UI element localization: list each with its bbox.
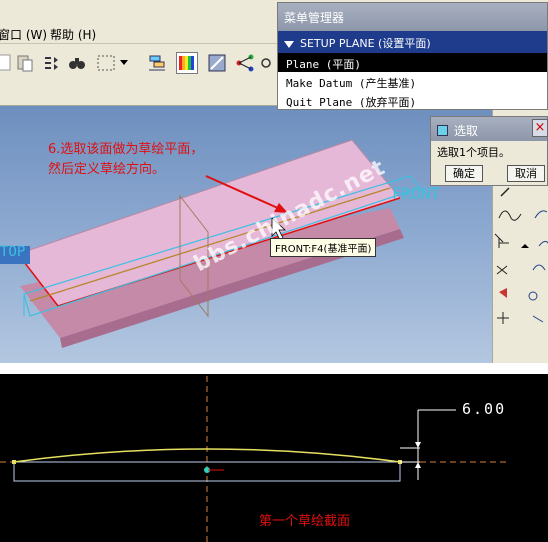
search-tree-icon[interactable] (40, 52, 62, 74)
coordinate-tool-icon (499, 288, 507, 298)
menu-help[interactable]: 帮助 (H) (50, 26, 96, 43)
datum-axis-icon[interactable] (234, 52, 256, 74)
line-tool-icon (500, 187, 510, 197)
setup-plane-label: SETUP PLANE (设置平面) (300, 37, 431, 50)
select-dialog-message: 选取1个项目。 (437, 146, 510, 159)
setup-plane-header[interactable]: SETUP PLANE (设置平面) (278, 31, 547, 53)
curve-tool-icon (538, 240, 548, 247)
chevron-down-icon (521, 244, 529, 248)
dimension-arrow-top (415, 442, 421, 448)
dialog-app-icon (437, 125, 448, 136)
color-spectrum-icon[interactable] (176, 52, 198, 74)
circle-tool-icon (528, 291, 538, 301)
trim-tool-icon (532, 315, 544, 323)
dimension-tool-icon (497, 312, 509, 324)
front-datum-label: FRONT (392, 184, 441, 203)
sketch-caption: 第一个草绘截面 (259, 514, 351, 529)
close-icon[interactable]: × (532, 119, 548, 137)
menu-window[interactable]: 窗口 (W) (0, 26, 47, 43)
chevron-down-icon[interactable] (118, 52, 130, 74)
arc-endpoint-left (12, 460, 16, 464)
spline-tool-icon (498, 210, 522, 221)
menu-manager: 菜单管理器 SETUP PLANE (设置平面) Plane (平面) Make… (277, 2, 548, 110)
dimension-value[interactable]: 6.00 (462, 400, 506, 418)
top-datum-label: TOP (0, 244, 26, 260)
dimension-arrow-bottom (415, 462, 421, 468)
menu-item-quit-plane[interactable]: Quit Plane (放弃平面) (278, 91, 547, 110)
menu-manager-title: 菜单管理器 (278, 3, 547, 31)
axis-tool-icon (494, 233, 509, 248)
shading-icon[interactable] (206, 52, 228, 74)
arc-tool-icon (534, 210, 548, 219)
sketch-section-view: 6.00 第一个草绘截面 (0, 374, 548, 542)
cancel-button[interactable]: 取消 (507, 165, 545, 182)
annotation-step-text-2: 然后定义草绘方向。 (48, 162, 166, 177)
select-dialog-titlebar: 选取 × (431, 117, 548, 141)
selection-box-icon[interactable] (96, 52, 118, 74)
datum-tooltip: FRONT:F4(基准平面) (270, 238, 377, 257)
ok-button[interactable]: 确定 (445, 165, 483, 182)
cad-screenshot: 窗口 (W) 帮助 (H) 6.选取该面做为草绘平面， 然后定义草绘方向。 FR… (0, 0, 548, 363)
binoculars-icon[interactable] (66, 52, 88, 74)
select-dialog-title: 选取 (454, 124, 479, 138)
select-dialog: 选取 × 选取1个项目。 确定 取消 (430, 116, 548, 186)
menu-item-make-datum[interactable]: Make Datum (产生基准) (278, 72, 547, 91)
fillet-tool-icon (532, 264, 546, 271)
layers-icon[interactable] (146, 52, 168, 74)
point-tool-icon (496, 265, 508, 275)
menu-item-plane[interactable]: Plane (平面) (278, 53, 547, 72)
paste-icon[interactable] (14, 52, 36, 74)
datum-point-icon[interactable] (258, 52, 274, 74)
menubar: 窗口 (W) 帮助 (H) (0, 22, 280, 44)
collapse-triangle-icon (284, 40, 294, 48)
annotation-step-text-1: 6.选取该面做为草绘平面， (48, 142, 204, 157)
